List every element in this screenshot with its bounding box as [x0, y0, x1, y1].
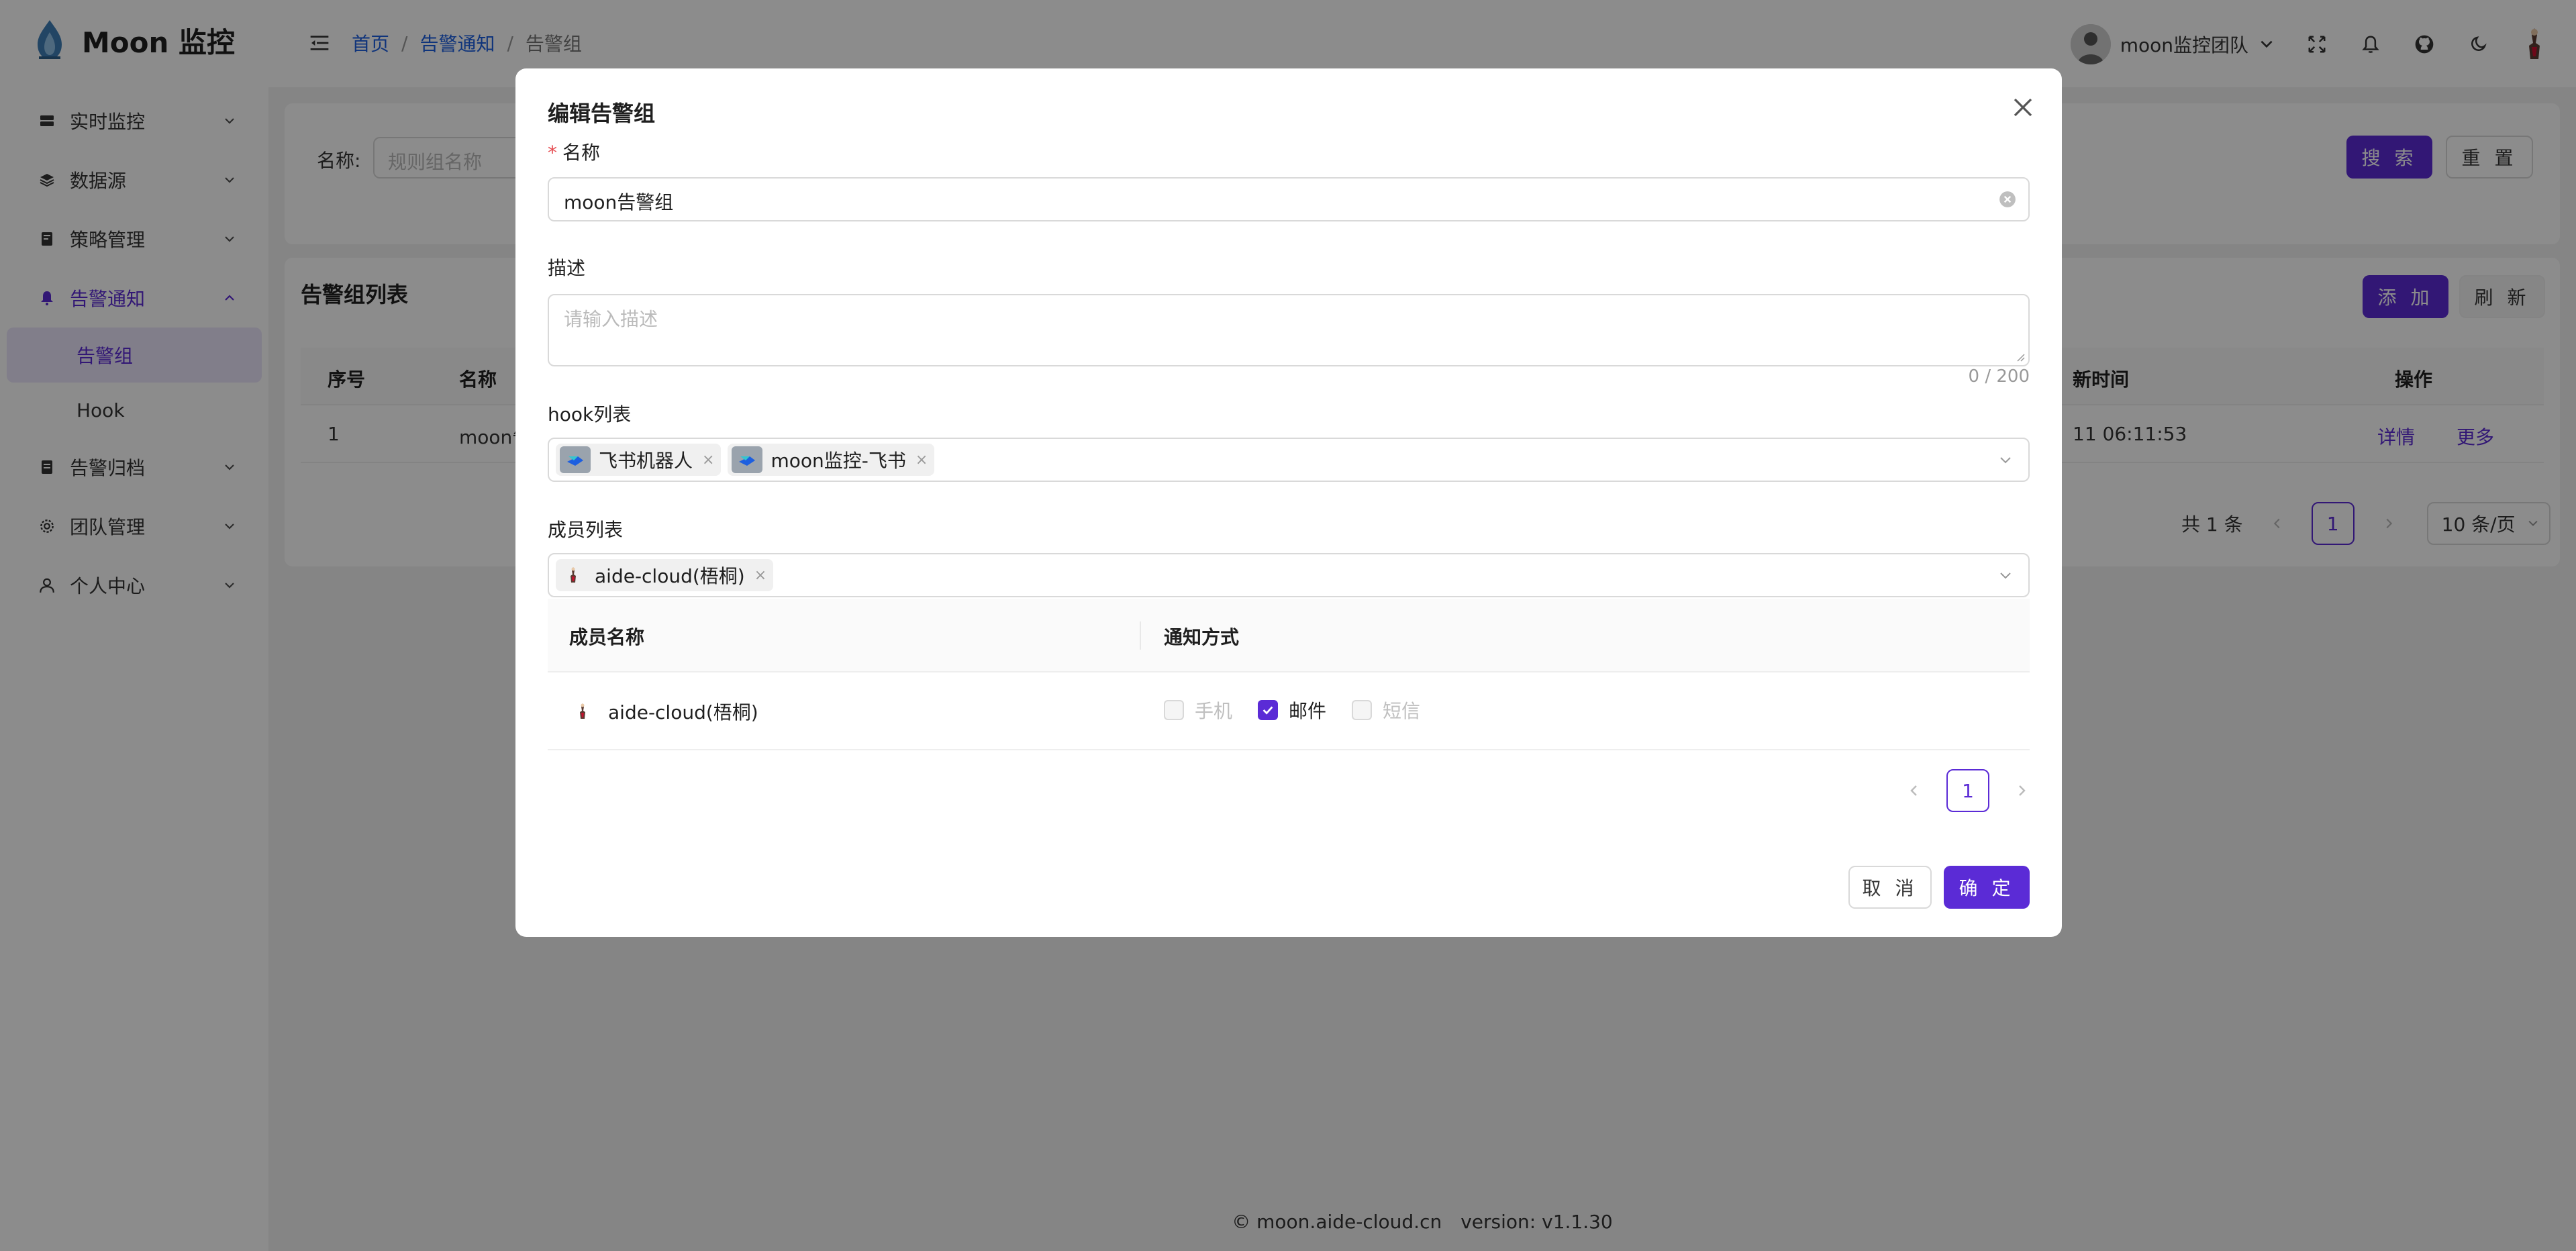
col-notify-method: 通知方式	[1164, 626, 1240, 648]
checkbox-box[interactable]	[1258, 700, 1279, 720]
chevron-right-icon[interactable]	[2014, 783, 2030, 799]
hook-field-label: hook列表	[548, 403, 632, 426]
clear-icon[interactable]	[1999, 191, 2016, 208]
member-pagination: 1	[1906, 769, 2030, 812]
feishu-bot-icon	[732, 446, 763, 473]
hook-tag-label: 飞书机器人	[599, 450, 693, 472]
checkbox-box	[1164, 700, 1184, 720]
tag-close-icon[interactable]: ×	[702, 452, 714, 468]
hook-tag-label: moon监控-飞书	[771, 450, 906, 472]
checkbox-label: 短信	[1383, 700, 1421, 722]
hook-tag: 飞书机器人 ×	[556, 444, 722, 476]
member-avatar	[560, 562, 587, 589]
checkbox-label: 手机	[1195, 700, 1233, 722]
chevron-down-icon	[2000, 572, 2011, 579]
desc-field-label: 描述	[548, 257, 586, 279]
description-textarea[interactable]: 请输入描述	[548, 294, 2030, 366]
cancel-button[interactable]: 取 消	[1848, 866, 1932, 909]
checkbox-label: 邮件	[1289, 700, 1327, 722]
member-tag-label: aide-cloud(梧桐)	[595, 565, 745, 587]
name-input-value: moon告警组	[564, 191, 674, 213]
tag-close-icon[interactable]: ×	[754, 567, 766, 584]
member-avatar	[569, 698, 596, 725]
member-select[interactable]: aide-cloud(梧桐) ×	[548, 553, 2030, 597]
notify-options: 手机 邮件 短信	[1164, 697, 1420, 723]
required-mark: *	[548, 142, 557, 164]
chevron-left-icon[interactable]	[1906, 783, 1922, 799]
name-field-label: * 名称	[548, 138, 600, 165]
app-page: Moon 监控 实时监控 数据源 策略管理 告警通知 告警组 Hook 告警归档…	[0, 0, 2576, 1251]
member-table-header: 成员名称 通知方式	[548, 599, 2030, 672]
edit-alert-group-modal: 编辑告警组 * 名称 moon告警组 描述 请输入描述 0 / 200 hook列…	[515, 68, 2062, 937]
member-table: 成员名称 通知方式 aide-cloud(梧桐) 手机 邮件 短信	[548, 599, 2030, 750]
confirm-button[interactable]: 确 定	[1944, 866, 2030, 909]
col-member-name: 成员名称	[569, 626, 645, 648]
member-tag: aide-cloud(梧桐) ×	[556, 559, 774, 591]
modal-title: 编辑告警组	[548, 101, 656, 126]
notify-sms-checkbox: 短信	[1352, 697, 1420, 723]
name-label-text: 名称	[562, 142, 601, 164]
hook-tag: moon监控-飞书 ×	[728, 444, 935, 476]
member-cell: aide-cloud(梧桐)	[569, 698, 758, 725]
notify-phone-checkbox: 手机	[1164, 697, 1232, 723]
table-row: aide-cloud(梧桐) 手机 邮件 短信	[548, 672, 2030, 750]
description-placeholder: 请输入描述	[564, 308, 658, 330]
member-name: aide-cloud(梧桐)	[608, 701, 758, 723]
char-count: 0 / 200	[1968, 366, 2030, 387]
feishu-bot-icon	[560, 446, 591, 473]
column-divider	[1140, 621, 1141, 650]
close-icon[interactable]	[2011, 95, 2035, 119]
page-1[interactable]: 1	[1946, 769, 1989, 812]
checkbox-box	[1352, 700, 1373, 720]
hook-select[interactable]: 飞书机器人 × moon监控-飞书 ×	[548, 438, 2030, 482]
member-field-label: 成员列表	[548, 519, 624, 541]
resize-grip-icon[interactable]	[2015, 352, 2026, 362]
notify-email-checkbox[interactable]: 邮件	[1258, 697, 1326, 723]
name-input[interactable]: moon告警组	[548, 177, 2030, 221]
tag-close-icon[interactable]: ×	[915, 452, 928, 468]
chevron-down-icon	[2000, 457, 2011, 464]
check-icon	[1262, 706, 1273, 715]
